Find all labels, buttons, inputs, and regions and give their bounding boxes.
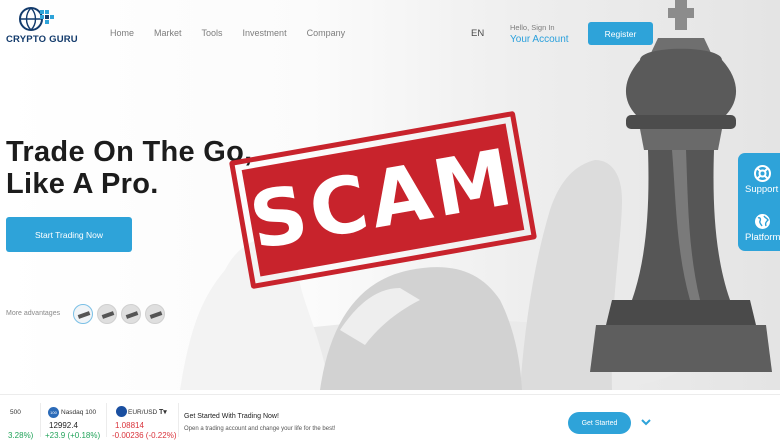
lifebuoy-icon [754,165,771,182]
support-label: Support [745,184,779,195]
get-started-title: Get Started With Trading Now! [184,413,279,420]
side-widget: Support Platform [738,153,780,251]
ticker-divider [106,403,107,437]
signin-greeting: Hello, Sign In [510,23,555,32]
ticker-eurusd-change: -0.00236 (-0.22%) [112,431,177,440]
eurusd-flag-icon [116,406,127,417]
nav-item-home[interactable]: Home [110,28,134,38]
nav-item-tools[interactable]: Tools [202,28,223,38]
get-started-button[interactable]: Get Started [568,412,631,434]
more-advantages-label: More advantages [6,310,61,317]
nav-item-company[interactable]: Company [307,28,346,38]
ticker-sp500-change: 3.28%) [8,431,34,440]
advantage-thumb-2[interactable] [97,304,117,324]
main-nav: Home Market Tools Investment Company [110,28,345,38]
ticker-eurusd-value: 1.08814 [115,421,144,430]
nav-item-market[interactable]: Market [154,28,182,38]
brand-name: CRYPTO GURU [6,34,78,45]
ticker-sp500-name: 500 [10,409,21,416]
ticker-divider [40,403,41,437]
get-started-subtitle: Open a trading account and change your l… [184,426,336,432]
globe-network-icon [19,7,54,31]
platform-button[interactable]: Platform [738,203,780,249]
nav-item-investment[interactable]: Investment [243,28,287,38]
ticker-divider [178,403,179,437]
platform-label: Platform [745,232,780,243]
language-selector[interactable]: EN [471,28,484,39]
headline-line-2: Like A Pro. [6,168,159,200]
advantage-thumb-3[interactable] [121,304,141,324]
hero-headline: Trade On The Go, Like A Pro. [6,136,253,200]
ticker-nasdaq-change: +23.9 (+0.18%) [45,431,101,440]
advantages-thumbnails [73,304,165,324]
chevron-down-icon[interactable] [640,417,652,427]
globe-icon [755,214,770,229]
scam-stamp-text: SCAM [243,132,523,268]
nasdaq-badge: 100 [48,407,59,418]
ticker-nasdaq-value: 12992.4 [49,421,78,430]
account-signin: Hello, Sign In Your Account [510,23,569,45]
advantage-thumb-4[interactable] [145,304,165,324]
tradingview-icon: T▾ [159,409,167,416]
support-button[interactable]: Support [738,155,780,201]
ticker-nasdaq-name[interactable]: Nasdaq 100 [61,409,96,416]
advantage-thumb-1[interactable] [73,304,93,324]
hero-section: CRYPTO GURU Home Market Tools Investment… [0,0,780,390]
ticker-eurusd-name[interactable]: EUR/USD [128,409,157,416]
brand-logo[interactable]: CRYPTO GURU [6,6,78,46]
register-button[interactable]: Register [588,22,653,45]
your-account-link[interactable]: Your Account [510,34,569,45]
start-trading-button[interactable]: Start Trading Now [6,217,132,252]
headline-line-1: Trade On The Go, [6,136,253,168]
bottom-ticker-bar: 500 3.28%) 100 Nasdaq 100 12992.4 +23.9 … [0,394,780,440]
